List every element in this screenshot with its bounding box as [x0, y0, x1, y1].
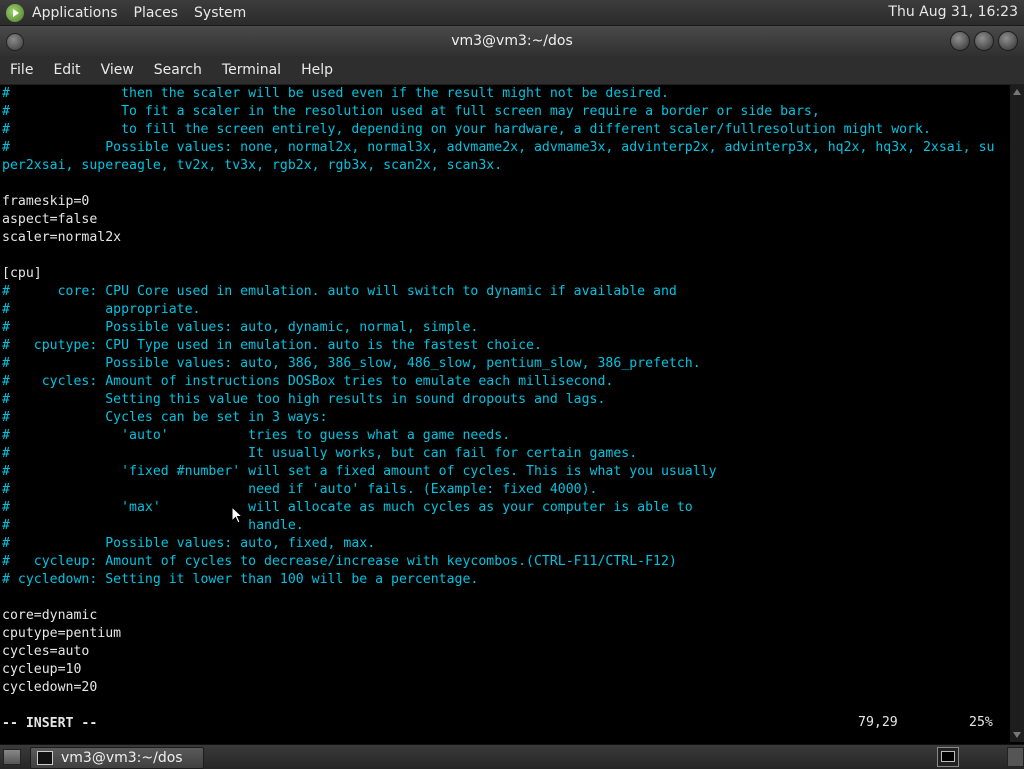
show-desktop-icon[interactable] — [3, 749, 21, 765]
terminal-line: # then the scaler will be used even if t… — [2, 86, 669, 101]
distro-logo-icon[interactable] — [6, 3, 24, 22]
terminal-line: # handle. — [2, 518, 304, 533]
terminal-line: cycles=auto — [2, 644, 90, 659]
terminal-line: # Possible values: auto, 386, 386_slow, … — [2, 356, 701, 371]
scroll-thumb[interactable] — [1013, 101, 1021, 721]
taskbar-item-terminal[interactable]: vm3@vm3:~/dos — [30, 747, 204, 769]
scrollbar[interactable] — [1010, 85, 1024, 742]
menubar: File Edit View Search Terminal Help — [0, 56, 1024, 85]
terminal-line: # To fit a scaler in the resolution used… — [2, 104, 820, 119]
terminal-line: # cputype: CPU Type used in emulation. a… — [2, 338, 542, 353]
terminal-icon — [37, 751, 53, 765]
terminal-line: [cpu] — [2, 266, 42, 281]
mouse-pointer-icon — [231, 506, 243, 524]
scroll-up-icon[interactable] — [1013, 89, 1021, 95]
terminal-line: cputype=pentium — [2, 626, 122, 641]
terminal-line: scaler=normal2x — [2, 230, 122, 245]
terminal-line: core=dynamic — [2, 608, 98, 623]
system-menu[interactable]: System — [194, 5, 246, 21]
menu-terminal[interactable]: Terminal — [212, 62, 291, 78]
close-button[interactable] — [998, 31, 1018, 51]
terminal-line: # Setting this value too high results in… — [2, 392, 606, 407]
menu-help[interactable]: Help — [291, 62, 343, 78]
terminal-line: # cycleup: Amount of cycles to decrease/… — [2, 554, 677, 569]
window-title: vm3@vm3:~/dos — [451, 33, 573, 49]
terminal-line: cycledown=20 — [2, 680, 98, 695]
terminal-line: # 'fixed #number' will set a fixed amoun… — [2, 464, 717, 479]
terminal-line: # appropriate. — [2, 302, 201, 317]
bottom-taskbar: vm3@vm3:~/dos — [0, 744, 1024, 769]
taskbar-item-label: vm3@vm3:~/dos — [61, 750, 183, 766]
terminal-line: # Cycles can be set in 3 ways: — [2, 410, 328, 425]
places-menu[interactable]: Places — [134, 5, 179, 21]
terminal-line: frameskip=0 — [2, 194, 90, 209]
menu-edit[interactable]: Edit — [43, 62, 90, 78]
menu-search[interactable]: Search — [144, 62, 212, 78]
terminal-line: # Possible values: auto, dynamic, normal… — [2, 320, 479, 335]
workspace-switcher[interactable] — [1007, 747, 1024, 767]
terminal-line: # Possible values: auto, fixed, max. — [2, 536, 376, 551]
terminal-line: # need if 'auto' fails. (Example: fixed … — [2, 482, 598, 497]
terminal-line: # cycledown: Setting it lower than 100 w… — [2, 572, 479, 587]
minimize-button[interactable] — [950, 31, 970, 51]
terminal-line: cycleup=10 — [2, 662, 82, 677]
terminal-line: # cycles: Amount of instructions DOSBox … — [2, 374, 614, 389]
scroll-down-icon[interactable] — [1013, 732, 1021, 738]
window-menu-icon[interactable] — [6, 33, 24, 51]
terminal-line: # It usually works, but can fail for cer… — [2, 446, 638, 461]
maximize-button[interactable] — [974, 31, 994, 51]
clock[interactable]: Thu Aug 31, 16:23 — [888, 4, 1018, 20]
menu-view[interactable]: View — [91, 62, 144, 78]
terminal-line: # Possible values: none, normal2x, norma… — [2, 140, 995, 155]
scroll-percent: 25% — [969, 715, 993, 730]
terminal-area[interactable]: # then the scaler will be used even if t… — [0, 85, 1010, 742]
terminal-text: # then the scaler will be used even if t… — [2, 85, 994, 733]
terminal-line: -- INSERT -- — [2, 716, 98, 731]
window-titlebar[interactable]: vm3@vm3:~/dos — [0, 26, 1024, 56]
terminal-line: aspect=false — [2, 212, 98, 227]
tray-terminal-icon[interactable] — [937, 747, 959, 767]
cursor-position: 79,29 — [858, 715, 898, 730]
terminal-line: # 'max' will allocate as much cycles as … — [2, 500, 693, 515]
terminal-line: # 'auto' tries to guess what a game need… — [2, 428, 511, 443]
terminal-line: # to fill the screen entirely, depending… — [2, 122, 931, 137]
applications-menu[interactable]: Applications — [32, 5, 118, 21]
top-panel: Applications Places System Thu Aug 31, 1… — [0, 0, 1024, 26]
menu-file[interactable]: File — [0, 62, 43, 78]
terminal-line: # core: CPU Core used in emulation. auto… — [2, 284, 677, 299]
terminal-line: per2xsai, supereagle, tv2x, tv3x, rgb2x,… — [2, 158, 503, 173]
